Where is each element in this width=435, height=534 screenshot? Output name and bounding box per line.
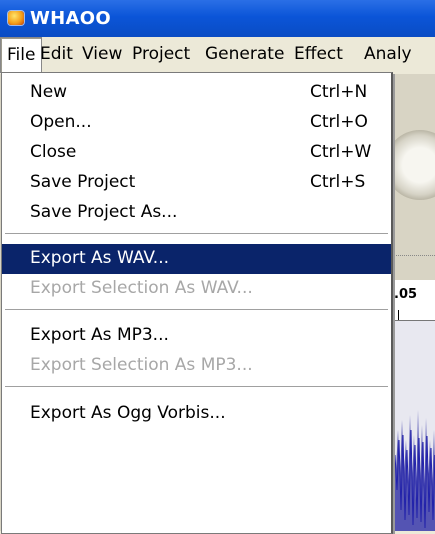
- menu-item-label: Save Project: [30, 172, 136, 192]
- menu-separator: [5, 233, 388, 235]
- file-menu-dropdown: New Ctrl+N Open... Ctrl+O Close Ctrl+W S…: [1, 72, 393, 534]
- menu-item-label: Open...: [30, 112, 92, 132]
- menu-generate[interactable]: Generate: [199, 37, 290, 71]
- menu-item-label: Export As MP3...: [30, 325, 169, 345]
- menu-item-label: Export Selection As MP3...: [30, 355, 253, 375]
- menu-item-export-selection-as-wav[interactable]: Export Selection As WAV...: [2, 274, 391, 304]
- ruler-tick: [398, 310, 399, 320]
- title-bar: WHAOO: [0, 0, 435, 37]
- menu-separator: [5, 309, 388, 311]
- menu-item-label: Save Project As...: [30, 202, 178, 222]
- menu-item-open[interactable]: Open... Ctrl+O: [2, 108, 391, 138]
- menu-item-label: Export As WAV...: [30, 248, 170, 268]
- menu-bar: File Edit View Project Generate Effect A…: [0, 37, 435, 75]
- menu-item-export-as-mp3[interactable]: Export As MP3...: [2, 321, 391, 351]
- timeline-ruler[interactable]: .05: [392, 280, 435, 321]
- audio-waveform: [392, 410, 435, 531]
- menu-item-shortcut: Ctrl+O: [310, 112, 368, 132]
- menu-project[interactable]: Project: [126, 37, 196, 71]
- menu-item-save-project-as[interactable]: Save Project As...: [2, 198, 391, 228]
- menu-item-export-selection-as-mp3[interactable]: Export Selection As MP3...: [2, 351, 391, 381]
- menu-item-close[interactable]: Close Ctrl+W: [2, 138, 391, 168]
- menu-item-shortcut: Ctrl+S: [310, 172, 366, 192]
- menu-item-shortcut: Ctrl+W: [310, 142, 372, 162]
- menu-item-shortcut: Ctrl+N: [310, 82, 368, 102]
- menu-item-label: Export Selection As WAV...: [30, 278, 253, 298]
- menu-view[interactable]: View: [76, 37, 128, 71]
- menu-item-export-as-ogg-vorbis[interactable]: Export As Ogg Vorbis...: [2, 399, 391, 429]
- ruler-dotted-line: [392, 255, 435, 256]
- menu-analyze[interactable]: Analy: [358, 37, 418, 71]
- menu-separator: [5, 386, 388, 388]
- menu-item-save-project[interactable]: Save Project Ctrl+S: [2, 168, 391, 198]
- menu-item-label: Export As Ogg Vorbis...: [30, 403, 226, 423]
- menu-item-export-as-wav[interactable]: Export As WAV...: [2, 244, 391, 274]
- menu-edit[interactable]: Edit: [34, 37, 79, 71]
- ruler-label: .05: [394, 287, 418, 302]
- audacity-app-icon[interactable]: [8, 11, 24, 25]
- menu-item-new[interactable]: New Ctrl+N: [2, 78, 391, 108]
- menu-item-label: New: [30, 82, 68, 102]
- menu-effect[interactable]: Effect: [288, 37, 349, 71]
- window-title: WHAOO: [30, 8, 111, 29]
- menu-item-label: Close: [30, 142, 77, 162]
